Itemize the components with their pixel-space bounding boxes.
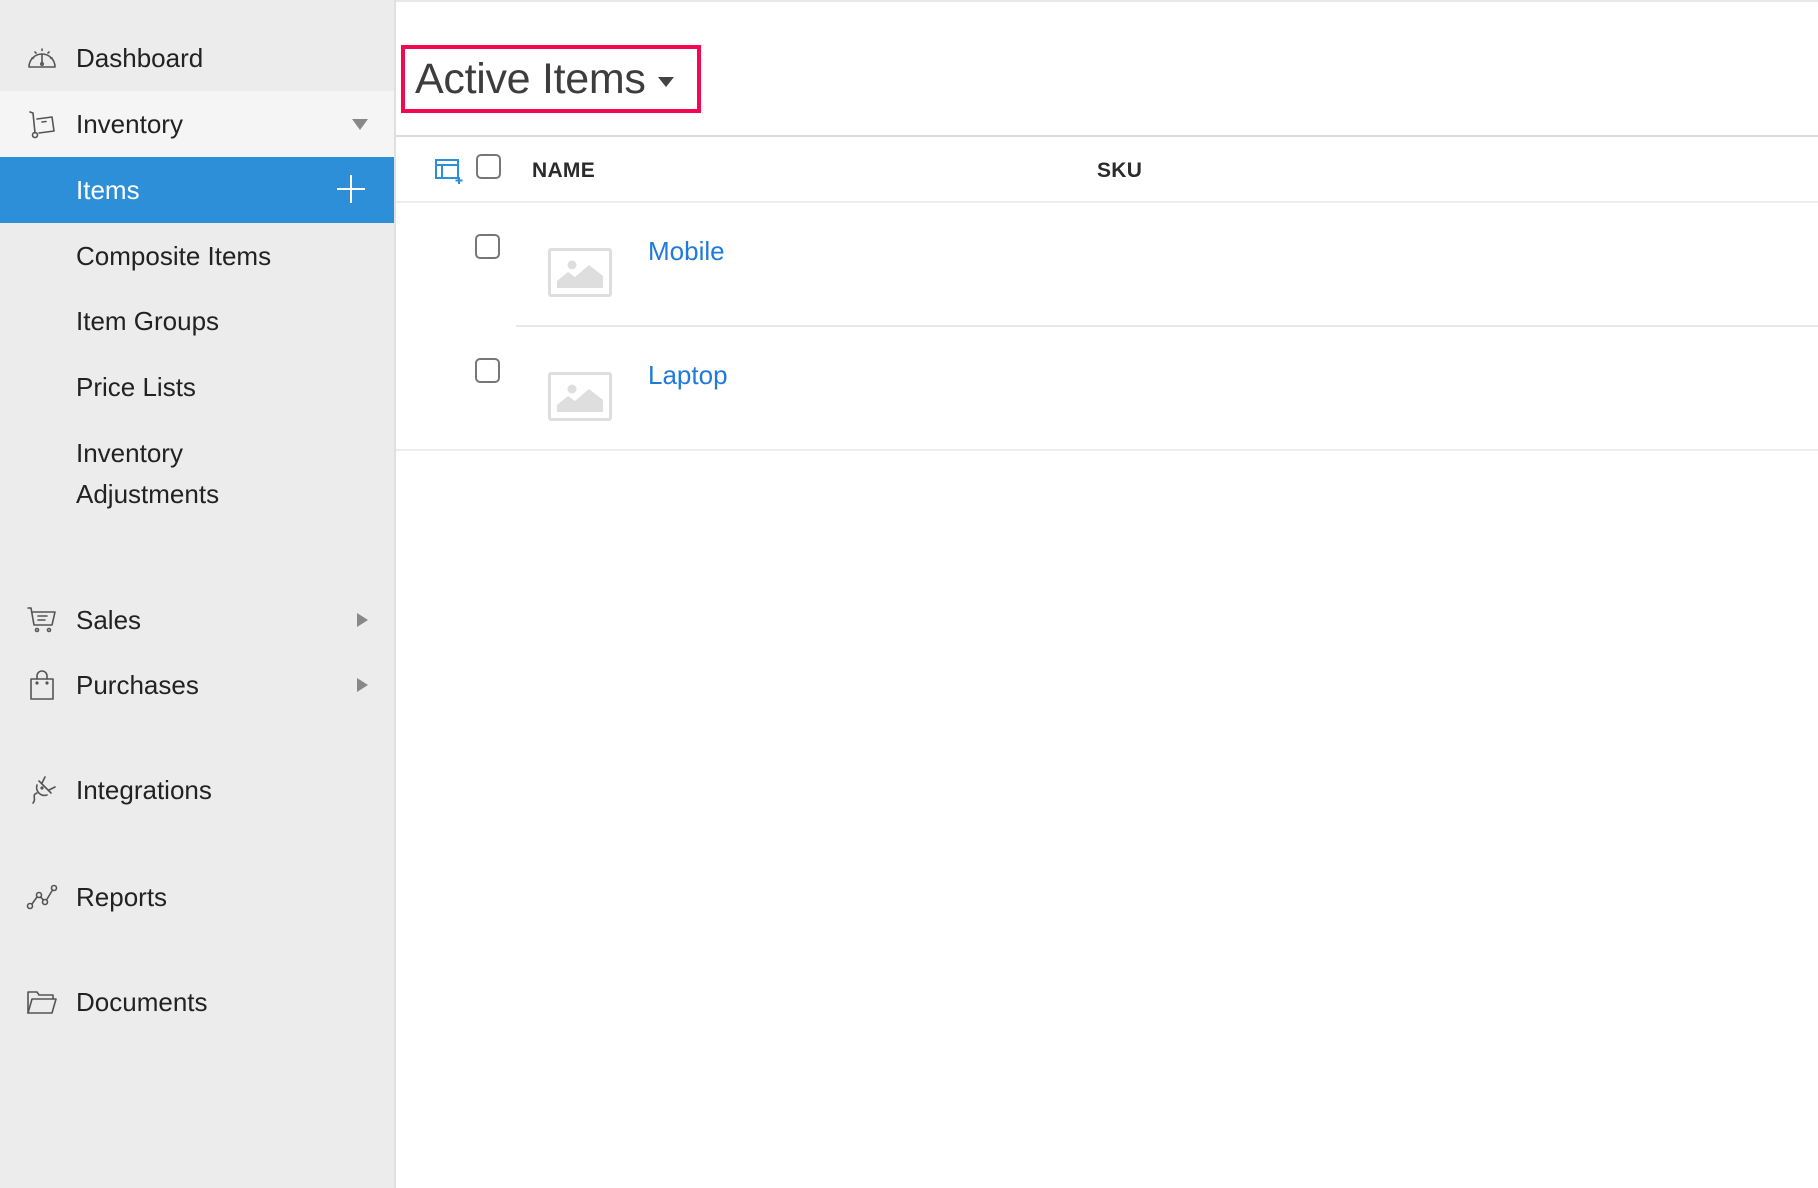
add-item-plus-icon[interactable] bbox=[334, 172, 368, 206]
sidebar-item-reports[interactable]: Reports bbox=[0, 867, 394, 927]
sidebar-item-composite-items[interactable]: Composite Items bbox=[0, 236, 394, 277]
folder-icon bbox=[24, 984, 60, 1020]
table-header: NAME SKU bbox=[396, 135, 1818, 203]
sidebar-item-label: Integrations bbox=[76, 774, 212, 805]
row-checkbox[interactable] bbox=[475, 234, 500, 259]
sidebar-item-label: Item Groups bbox=[76, 306, 220, 336]
sidebar-item-label: Purchases bbox=[76, 669, 199, 700]
sidebar-item-label: Price Lists bbox=[76, 372, 196, 402]
sidebar-item-label: Composite Items bbox=[76, 241, 272, 271]
main-content: Active Items NAME SKU Mobile Laptop bbox=[396, 0, 1818, 1188]
chevron-right-icon[interactable] bbox=[357, 678, 368, 692]
row-checkbox[interactable] bbox=[475, 358, 500, 383]
sidebar-item-label: Reports bbox=[76, 881, 168, 912]
sidebar-item-label: Sales bbox=[76, 604, 142, 635]
sidebar: Dashboard Inventory Items Composite Item… bbox=[0, 0, 396, 1188]
sidebar-item-sales[interactable]: Sales bbox=[0, 590, 394, 650]
inventory-hand-truck-icon bbox=[24, 106, 60, 142]
page-title: Active Items bbox=[415, 54, 646, 103]
item-name-link[interactable]: Mobile bbox=[648, 236, 725, 267]
sidebar-item-label: Documents bbox=[76, 986, 208, 1017]
sidebar-item-price-lists[interactable]: Price Lists bbox=[0, 367, 394, 408]
sidebar-item-label: Dashboard bbox=[76, 42, 204, 73]
sidebar-item-label: Inventory Adjustments bbox=[76, 438, 220, 509]
dashboard-gauge-icon bbox=[24, 40, 60, 76]
shopping-bag-icon bbox=[24, 667, 60, 703]
shopping-cart-icon bbox=[24, 602, 60, 638]
table-row[interactable]: Mobile bbox=[396, 203, 1818, 327]
sidebar-item-documents[interactable]: Documents bbox=[0, 972, 394, 1032]
line-chart-icon bbox=[24, 879, 60, 915]
column-header-name[interactable]: NAME bbox=[532, 159, 595, 183]
sidebar-item-label: Inventory bbox=[76, 108, 183, 139]
sidebar-item-purchases[interactable]: Purchases bbox=[0, 655, 394, 715]
chevron-right-icon[interactable] bbox=[357, 613, 368, 627]
chevron-down-icon[interactable] bbox=[352, 118, 368, 130]
item-name-link[interactable]: Laptop bbox=[648, 360, 728, 391]
image-placeholder-icon bbox=[548, 248, 612, 297]
table-row[interactable]: Laptop bbox=[396, 327, 1818, 451]
sidebar-item-dashboard[interactable]: Dashboard bbox=[0, 20, 394, 96]
sidebar-item-items[interactable]: Items bbox=[0, 157, 394, 223]
sidebar-item-integrations[interactable]: Integrations bbox=[0, 760, 394, 820]
sidebar-item-label: Items bbox=[76, 174, 140, 205]
sidebar-item-item-groups[interactable]: Item Groups bbox=[0, 301, 394, 342]
select-all-checkbox[interactable] bbox=[476, 154, 501, 179]
image-placeholder-icon bbox=[548, 372, 612, 421]
plug-icon bbox=[24, 772, 60, 808]
sidebar-item-inventory-adjustments[interactable]: Inventory Adjustments bbox=[0, 433, 394, 515]
view-selector-dropdown[interactable]: Active Items bbox=[401, 45, 701, 113]
caret-down-icon bbox=[657, 77, 674, 87]
column-header-sku[interactable]: SKU bbox=[1097, 159, 1142, 183]
column-settings-icon[interactable] bbox=[434, 157, 464, 185]
sidebar-item-inventory[interactable]: Inventory bbox=[0, 91, 394, 157]
